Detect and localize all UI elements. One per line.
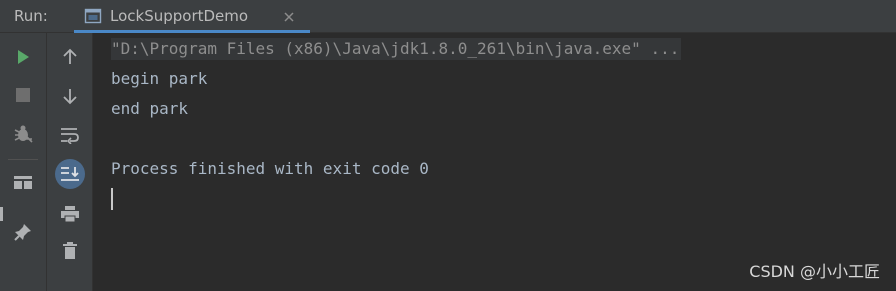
scroll-to-end-icon	[60, 165, 80, 183]
stop-button[interactable]	[9, 81, 37, 109]
debug-rerun-button[interactable]	[9, 120, 37, 148]
console-line: end park	[111, 99, 189, 118]
bug-icon	[12, 124, 34, 144]
toolbar-divider	[8, 159, 38, 160]
console-line-command: "D:\Program Files (x86)\Java\jdk1.8.0_26…	[111, 38, 682, 60]
arrow-down-icon	[61, 87, 79, 105]
trash-icon	[61, 241, 79, 261]
soft-wrap-icon	[60, 126, 80, 144]
stop-icon	[14, 86, 32, 104]
pin-icon	[13, 222, 33, 242]
rerun-button[interactable]	[9, 43, 37, 71]
run-tool-window-header: Run: LockSupportDemo	[0, 0, 896, 33]
clear-all-button[interactable]	[56, 237, 84, 265]
soft-wrap-button[interactable]	[56, 121, 84, 149]
tab-locksupportdemo[interactable]: LockSupportDemo	[74, 0, 310, 33]
scroll-up-button[interactable]	[56, 43, 84, 71]
play-icon	[14, 48, 32, 66]
tab-title: LockSupportDemo	[110, 7, 249, 25]
console-output[interactable]: "D:\Program Files (x86)\Java\jdk1.8.0_26…	[94, 33, 896, 291]
scroll-to-end-button[interactable]	[55, 159, 85, 189]
console-line-exit-status: Process finished with exit code 0	[111, 159, 429, 178]
pin-tab-button[interactable]	[9, 218, 37, 246]
watermark: CSDN @小小工匠	[749, 262, 880, 281]
print-button[interactable]	[56, 200, 84, 228]
console-line: begin park	[111, 69, 208, 88]
side-marker	[0, 207, 3, 221]
run-controls-toolbar	[0, 33, 47, 291]
arrow-up-icon	[61, 48, 79, 66]
layout-icon	[13, 174, 33, 192]
text-caret	[111, 188, 113, 210]
print-icon	[60, 204, 80, 224]
layout-button[interactable]	[9, 169, 37, 197]
run-label: Run:	[14, 7, 48, 25]
console-window-icon	[84, 7, 102, 25]
scroll-down-button[interactable]	[56, 82, 84, 110]
close-icon[interactable]	[282, 9, 296, 23]
console-actions-toolbar	[47, 33, 93, 291]
